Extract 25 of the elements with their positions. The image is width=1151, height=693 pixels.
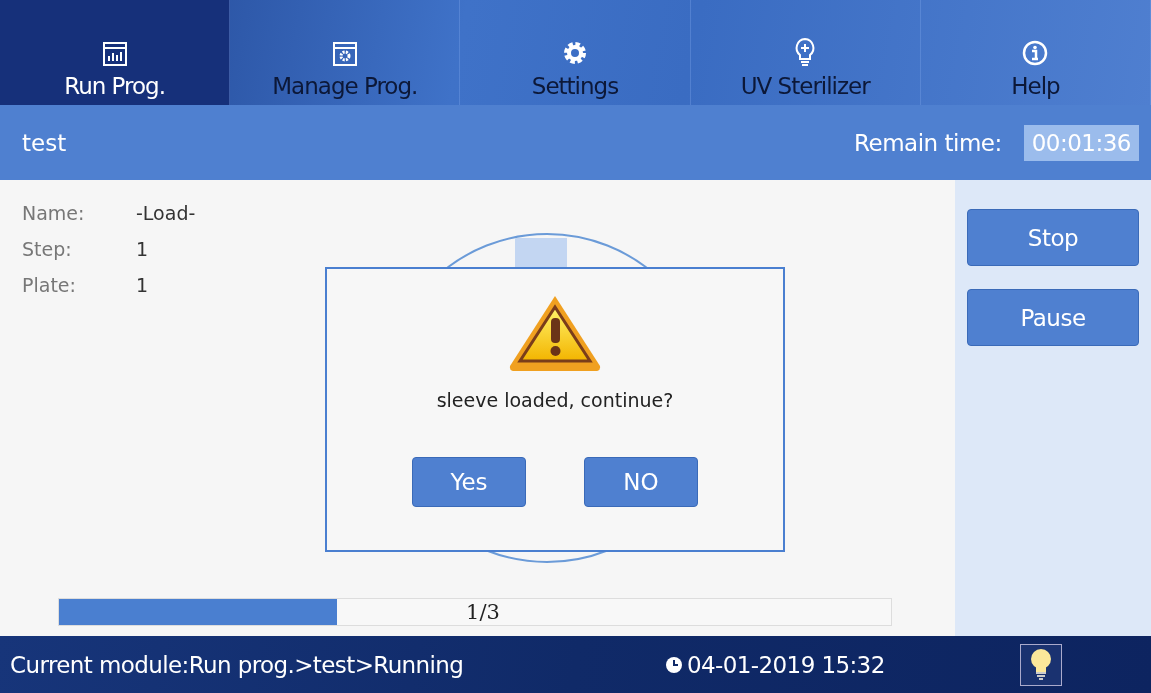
progress-text: 1/3 <box>466 600 500 624</box>
chart-window-icon <box>101 41 128 67</box>
dialog-message: sleeve loaded, continue? <box>436 389 674 411</box>
dialog-button[interactable]: NO <box>584 457 698 507</box>
nav-tab[interactable]: Run Prog. <box>0 0 231 105</box>
program-name: test <box>22 129 68 156</box>
detail-value: -Load- <box>136 202 197 224</box>
detail-label: Step: <box>22 238 73 260</box>
settings-icon <box>561 39 589 67</box>
light-button[interactable] <box>1020 643 1062 686</box>
current-module-text: Current module:Run prog.>test>Running <box>10 651 465 678</box>
control-button[interactable]: Pause <box>967 289 1139 346</box>
detail-value: 1 <box>136 238 150 260</box>
gear-window-icon <box>331 41 358 67</box>
detail-label: Plate: <box>22 274 77 296</box>
detail-value: 1 <box>136 274 150 296</box>
remain-time-label: Remain time: <box>854 129 1002 156</box>
dialog-button[interactable]: Yes <box>412 457 526 507</box>
datetime-text: 04-01-2019 15:32 <box>687 651 885 678</box>
clock-icon <box>665 655 683 674</box>
remain-time-value: 00:01:36 <box>1023 124 1139 161</box>
control-button[interactable]: Stop <box>967 209 1139 266</box>
info-icon <box>1021 39 1050 67</box>
lightbulb-icon <box>1029 647 1053 682</box>
detail-label: Name: <box>22 202 86 224</box>
